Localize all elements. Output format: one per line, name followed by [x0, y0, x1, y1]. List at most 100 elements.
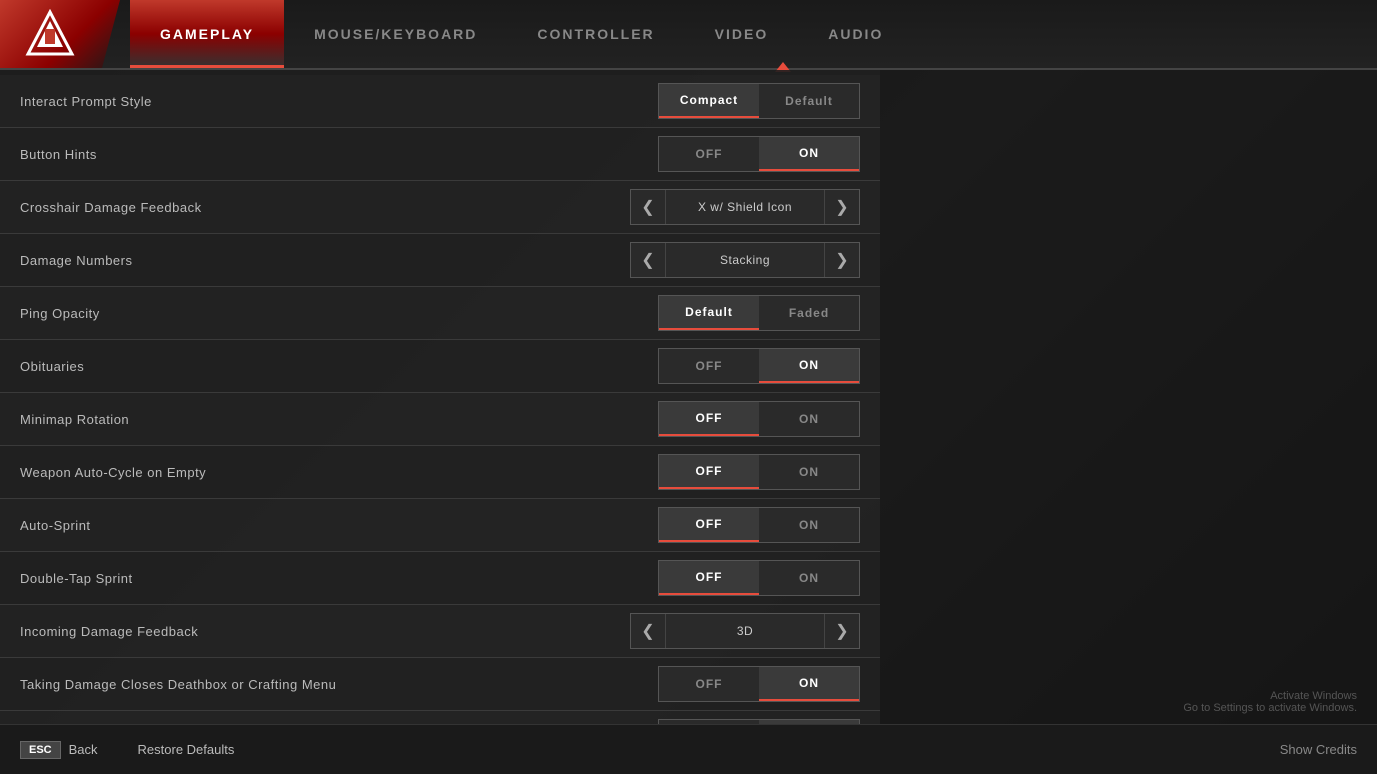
- btn-compact[interactable]: Compact: [659, 84, 759, 118]
- btn-button-hints-on[interactable]: On: [759, 137, 859, 171]
- btn-double-tap-sprint-off[interactable]: Off: [659, 561, 759, 595]
- toggle-double-tap-sprint: Off On: [658, 560, 860, 596]
- toggle-auto-sprint: Off On: [658, 507, 860, 543]
- bottom-bar: ESC Back Restore Defaults Show Credits: [0, 724, 1377, 774]
- btn-weapon-auto-cycle-on[interactable]: On: [759, 455, 859, 489]
- control-double-tap-sprint: Off On: [658, 560, 860, 596]
- label-minimap-rotation: Minimap Rotation: [20, 412, 658, 427]
- toggle-button-hints: Off On: [658, 136, 860, 172]
- setting-row-weapon-auto-cycle: Weapon Auto-Cycle on Empty Off On: [0, 446, 880, 499]
- toggle-weapon-auto-cycle: Off On: [658, 454, 860, 490]
- setting-row-button-hints: Button Hints Off On: [0, 128, 880, 181]
- control-obituaries: Off On: [658, 348, 860, 384]
- nav-tabs: GAMEPLAY MOUSE/KEYBOARD CONTROLLER VIDEO…: [130, 0, 1377, 68]
- btn-ping-default[interactable]: Default: [659, 296, 759, 330]
- back-button[interactable]: ESC Back: [20, 741, 98, 759]
- restore-defaults-button[interactable]: Restore Defaults: [138, 742, 235, 757]
- control-button-hints: Off On: [658, 136, 860, 172]
- control-weapon-auto-cycle: Off On: [658, 454, 860, 490]
- bottom-right: Show Credits: [1280, 742, 1357, 757]
- settings-panel[interactable]: Interact Prompt Style Compact Default Bu…: [0, 70, 880, 724]
- label-taking-damage-closes: Taking Damage Closes Deathbox or Craftin…: [20, 677, 658, 692]
- arrow-right-incoming-damage[interactable]: ❯: [825, 614, 859, 648]
- top-navigation: GAMEPLAY MOUSE/KEYBOARD CONTROLLER VIDEO…: [0, 0, 1377, 70]
- tab-controller[interactable]: CONTROLLER: [507, 0, 684, 68]
- activate-windows-line1: Activate Windows: [1183, 690, 1357, 702]
- toggle-interact-prompt-style: Compact Default: [658, 83, 860, 119]
- tab-audio[interactable]: AUDIO: [798, 0, 913, 68]
- label-obituaries: Obituaries: [20, 359, 658, 374]
- main-content: Interact Prompt Style Compact Default Bu…: [0, 70, 1377, 724]
- setting-row-interact-prompt-style: Interact Prompt Style Compact Default: [0, 75, 880, 128]
- btn-taking-damage-closes-on[interactable]: On: [759, 667, 859, 701]
- arrow-selector-crosshair: ❮ X w/ Shield Icon ❯: [630, 189, 860, 225]
- btn-weapon-auto-cycle-off[interactable]: Off: [659, 455, 759, 489]
- btn-button-hints-off[interactable]: Off: [659, 137, 759, 171]
- btn-double-tap-sprint-on[interactable]: On: [759, 561, 859, 595]
- btn-auto-sprint-off[interactable]: Off: [659, 508, 759, 542]
- arrow-selector-incoming-damage: ❮ 3D ❯: [630, 613, 860, 649]
- control-interact-prompt-style: Compact Default: [658, 83, 860, 119]
- label-button-hints: Button Hints: [20, 147, 658, 162]
- label-auto-sprint: Auto-Sprint: [20, 518, 658, 533]
- value-damage-numbers: Stacking: [665, 243, 825, 277]
- control-minimap-rotation: Off On: [658, 401, 860, 437]
- setting-row-hop-up-popup: Hop-Up Pop-Up Off On: [0, 711, 880, 724]
- label-double-tap-sprint: Double-Tap Sprint: [20, 571, 658, 586]
- arrow-left-crosshair[interactable]: ❮: [631, 190, 665, 224]
- setting-row-taking-damage-closes: Taking Damage Closes Deathbox or Craftin…: [0, 658, 880, 711]
- setting-row-obituaries: Obituaries Off On: [0, 340, 880, 393]
- toggle-ping-opacity: Default Faded: [658, 295, 860, 331]
- btn-taking-damage-closes-off[interactable]: Off: [659, 667, 759, 701]
- tab-video[interactable]: VIDEO: [685, 0, 799, 68]
- setting-row-incoming-damage-feedback: Incoming Damage Feedback ❮ 3D ❯: [0, 605, 880, 658]
- setting-row-ping-opacity: Ping Opacity Default Faded: [0, 287, 880, 340]
- arrow-right-crosshair[interactable]: ❯: [825, 190, 859, 224]
- toggle-obituaries: Off On: [658, 348, 860, 384]
- setting-row-crosshair-damage-feedback: Crosshair Damage Feedback ❮ X w/ Shield …: [0, 181, 880, 234]
- logo-area: [0, 0, 120, 68]
- show-credits-label: Show Credits: [1280, 742, 1357, 757]
- control-crosshair-damage-feedback: ❮ X w/ Shield Icon ❯: [630, 189, 860, 225]
- control-incoming-damage-feedback: ❮ 3D ❯: [630, 613, 860, 649]
- toggle-minimap-rotation: Off On: [658, 401, 860, 437]
- arrow-right-damage-numbers[interactable]: ❯: [825, 243, 859, 277]
- control-auto-sprint: Off On: [658, 507, 860, 543]
- setting-row-damage-numbers: Damage Numbers ❮ Stacking ❯: [0, 234, 880, 287]
- control-ping-opacity: Default Faded: [658, 295, 860, 331]
- restore-defaults-label: Restore Defaults: [138, 742, 235, 757]
- value-crosshair: X w/ Shield Icon: [665, 190, 825, 224]
- btn-minimap-off[interactable]: Off: [659, 402, 759, 436]
- apex-logo: [25, 9, 75, 59]
- right-panel: [880, 70, 1377, 724]
- show-credits-button[interactable]: Show Credits: [1280, 742, 1357, 757]
- control-damage-numbers: ❮ Stacking ❯: [630, 242, 860, 278]
- back-label: Back: [69, 742, 98, 757]
- label-interact-prompt-style: Interact Prompt Style: [20, 94, 658, 109]
- toggle-taking-damage-closes: Off On: [658, 666, 860, 702]
- arrow-left-damage-numbers[interactable]: ❮: [631, 243, 665, 277]
- btn-obituaries-on[interactable]: On: [759, 349, 859, 383]
- tab-mouse-keyboard[interactable]: MOUSE/KEYBOARD: [284, 0, 507, 68]
- activate-windows-watermark: Activate Windows Go to Settings to activ…: [1183, 690, 1357, 714]
- btn-ping-faded[interactable]: Faded: [759, 296, 859, 330]
- label-crosshair-damage-feedback: Crosshair Damage Feedback: [20, 200, 630, 215]
- setting-row-auto-sprint: Auto-Sprint Off On: [0, 499, 880, 552]
- setting-row-double-tap-sprint: Double-Tap Sprint Off On: [0, 552, 880, 605]
- control-taking-damage-closes: Off On: [658, 666, 860, 702]
- label-ping-opacity: Ping Opacity: [20, 306, 658, 321]
- esc-badge: ESC: [20, 741, 61, 759]
- value-incoming-damage: 3D: [665, 614, 825, 648]
- setting-row-minimap-rotation: Minimap Rotation Off On: [0, 393, 880, 446]
- arrow-left-incoming-damage[interactable]: ❮: [631, 614, 665, 648]
- btn-default-prompt[interactable]: Default: [759, 84, 859, 118]
- label-weapon-auto-cycle: Weapon Auto-Cycle on Empty: [20, 465, 658, 480]
- btn-minimap-on[interactable]: On: [759, 402, 859, 436]
- arrow-selector-damage-numbers: ❮ Stacking ❯: [630, 242, 860, 278]
- tab-gameplay[interactable]: GAMEPLAY: [130, 0, 284, 68]
- label-incoming-damage-feedback: Incoming Damage Feedback: [20, 624, 630, 639]
- activate-windows-line2: Go to Settings to activate Windows.: [1183, 702, 1357, 714]
- btn-obituaries-off[interactable]: Off: [659, 349, 759, 383]
- label-damage-numbers: Damage Numbers: [20, 253, 630, 268]
- btn-auto-sprint-on[interactable]: On: [759, 508, 859, 542]
